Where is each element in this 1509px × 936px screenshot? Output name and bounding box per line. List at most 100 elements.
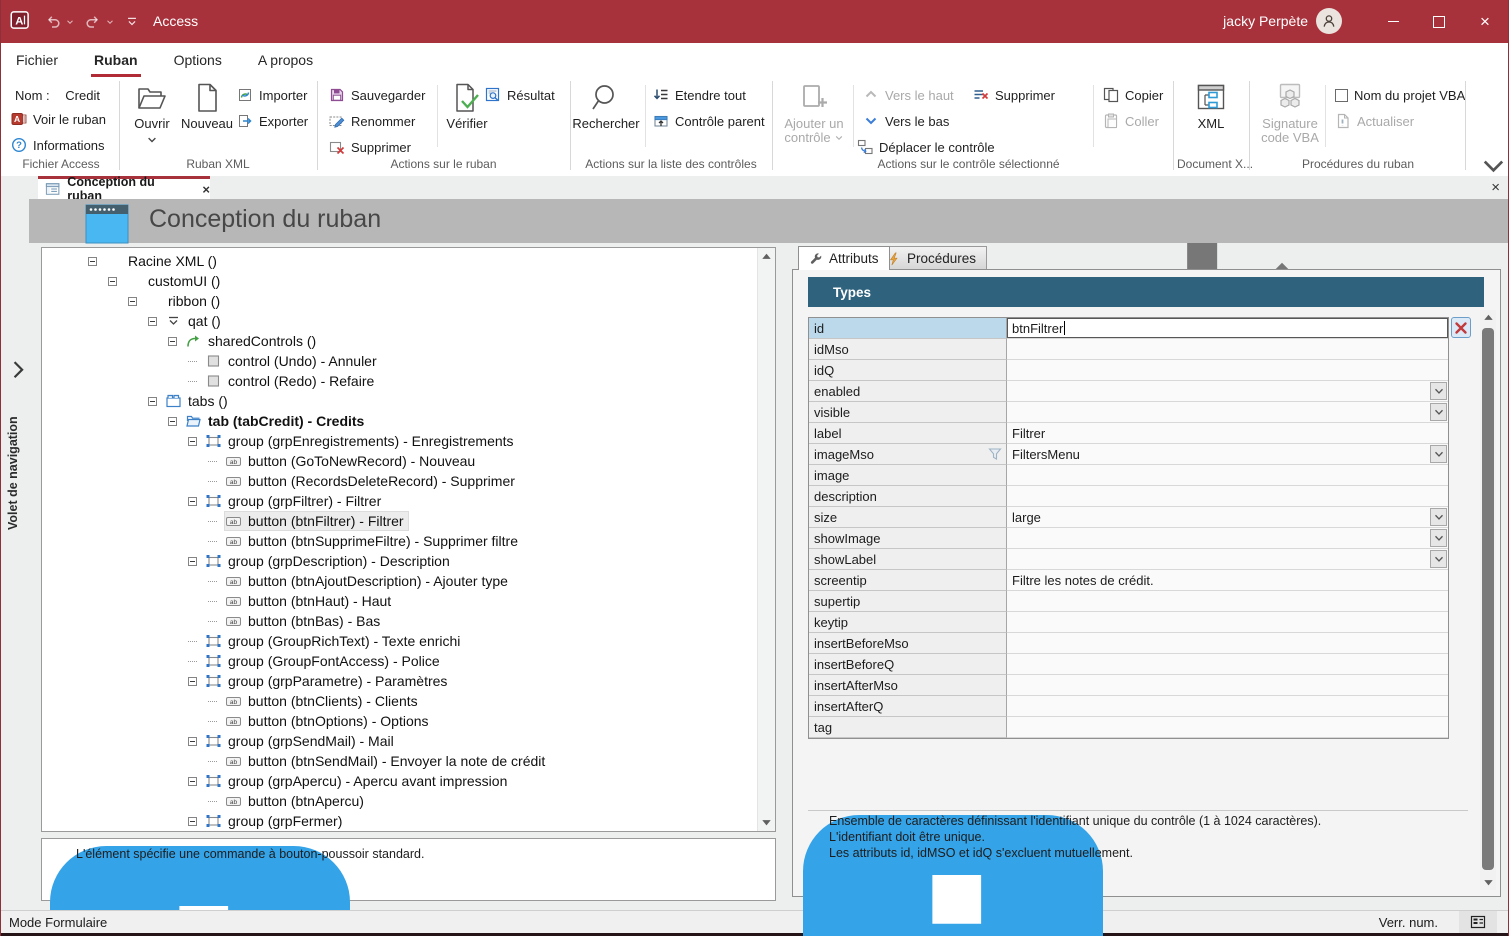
property-name-idmso[interactable]: idMso	[809, 339, 1007, 360]
property-name-screentip[interactable]: screentip	[809, 570, 1007, 591]
property-name-label[interactable]: label	[809, 423, 1007, 444]
etendre-tout-button[interactable]: Etendre tout	[653, 84, 746, 106]
maximize-button[interactable]	[1416, 0, 1462, 43]
property-name-insertbeforeq[interactable]: insertBeforeQ	[809, 654, 1007, 675]
informations-button[interactable]: ?Informations	[11, 134, 105, 156]
scroll-up-button[interactable]	[759, 249, 774, 264]
property-name-tag[interactable]: tag	[809, 717, 1007, 738]
tab-close-icon[interactable]: ×	[202, 182, 210, 197]
menu-tab-options[interactable]: Options	[171, 52, 225, 77]
close-button[interactable]: ×	[1462, 0, 1508, 43]
form-view-button[interactable]	[1459, 911, 1497, 933]
scroll-down-button[interactable]	[1481, 875, 1496, 890]
tree-item-button-btnbas-bas[interactable]: abbutton (btnBas) - Bas	[42, 611, 775, 631]
tree-item-group-grouprichtext-texte-enrichi[interactable]: group (GroupRichText) - Texte enrichi	[42, 631, 775, 651]
property-value-insertbeforemso[interactable]	[1007, 633, 1448, 654]
deplacer-controle-button[interactable]: Déplacer le contrôle	[857, 136, 995, 158]
navigation-pane-label[interactable]: Volet de navigation	[6, 370, 20, 530]
property-value-insertafterq[interactable]	[1007, 696, 1448, 717]
undo-dropdown[interactable]	[65, 17, 75, 27]
supprimer-ruban-button[interactable]: Supprimer	[329, 136, 411, 158]
expander-minus-icon[interactable]	[88, 257, 97, 266]
tree-item-customui[interactable]: customUI ()	[42, 271, 775, 291]
dropdown-button-enabled[interactable]	[1430, 382, 1447, 400]
property-name-insertafterq[interactable]: insertAfterQ	[809, 696, 1007, 717]
tab-procedures[interactable]: Procédures	[876, 246, 987, 270]
property-name-showlabel[interactable]: showLabel	[809, 549, 1007, 570]
property-value-showimage[interactable]	[1007, 528, 1448, 549]
property-value-insertbeforeq[interactable]	[1007, 654, 1448, 675]
rechercher-button[interactable]: Rechercher	[575, 77, 637, 131]
property-name-insertbeforemso[interactable]: insertBeforeMso	[809, 633, 1007, 654]
property-name-enabled[interactable]: enabled	[809, 381, 1007, 402]
expander-minus-icon[interactable]	[168, 417, 177, 426]
property-name-image[interactable]: image	[809, 465, 1007, 486]
expander-minus-icon[interactable]	[188, 677, 197, 686]
tab-conception-du-ruban[interactable]: Conception du ruban ×	[38, 176, 210, 199]
property-name-keytip[interactable]: keytip	[809, 612, 1007, 633]
xml-button[interactable]: XML	[1185, 77, 1237, 131]
nouveau-button[interactable]: Nouveau	[179, 77, 235, 131]
tree-scrollbar[interactable]	[757, 248, 775, 831]
property-value-tag[interactable]	[1007, 717, 1448, 738]
property-value-screentip[interactable]: Filtre les notes de crédit.	[1007, 570, 1448, 591]
voir-le-ruban-button[interactable]: AVoir le ruban	[11, 108, 106, 130]
ajouter-controle-button[interactable]: Ajouter un contrôle	[780, 77, 848, 145]
tree-item-group-grpfermer[interactable]: group (grpFermer)	[42, 811, 775, 831]
nom-projet-vba-checkbox[interactable]: Nom du projet VBA	[1335, 84, 1465, 106]
property-name-insertaftermso[interactable]: insertAfterMso	[809, 675, 1007, 696]
tree-item-group-groupfontaccess-police[interactable]: group (GroupFontAccess) - Police	[42, 651, 775, 671]
property-value-idq[interactable]	[1007, 360, 1448, 381]
tree-item-button-btnclients-clients[interactable]: abbutton (btnClients) - Clients	[42, 691, 775, 711]
property-name-id[interactable]: id	[809, 318, 1007, 339]
tree-item-group-grpdescription-description[interactable]: group (grpDescription) - Description	[42, 551, 775, 571]
tree-item-button-btnsupprimefiltre-supprimer-filtre[interactable]: abbutton (btnSupprimeFiltre) - Supprimer…	[42, 531, 775, 551]
tree-item-group-grpparametre-param-tres[interactable]: group (grpParametre) - Paramètres	[42, 671, 775, 691]
property-value-idmso[interactable]	[1007, 339, 1448, 360]
vers-le-bas-button[interactable]: Vers le bas	[863, 110, 949, 132]
property-name-showimage[interactable]: showImage	[809, 528, 1007, 549]
dropdown-button-imagemso[interactable]	[1430, 445, 1447, 463]
tree-item-button-gotonewrecord-nouveau[interactable]: abbutton (GoToNewRecord) - Nouveau	[42, 451, 775, 471]
attributes-scrollbar[interactable]	[1480, 310, 1496, 890]
tree-item-racine-xml[interactable]: Racine XML ()	[42, 251, 775, 271]
property-value-supertip[interactable]	[1007, 591, 1448, 612]
property-value-visible[interactable]	[1007, 402, 1448, 423]
close-document-button[interactable]: ×	[1491, 179, 1500, 196]
expander-minus-icon[interactable]	[188, 557, 197, 566]
tree-item-qat[interactable]: qat ()	[42, 311, 775, 331]
expander-minus-icon[interactable]	[188, 437, 197, 446]
property-value-id[interactable]: btnFiltrer	[1007, 318, 1448, 339]
tree-item-button-btnhaut-haut[interactable]: abbutton (btnHaut) - Haut	[42, 591, 775, 611]
property-value-label[interactable]: Filtrer	[1007, 423, 1448, 444]
customize-qat-button[interactable]	[125, 14, 139, 28]
controle-parent-button[interactable]: Contrôle parent	[653, 110, 765, 132]
property-name-idq[interactable]: idQ	[809, 360, 1007, 381]
tree-item-ribbon[interactable]: ribbon ()	[42, 291, 775, 311]
account-button[interactable]	[1316, 8, 1342, 34]
property-value-image[interactable]	[1007, 465, 1448, 486]
actualiser-button[interactable]: Actualiser	[1335, 110, 1414, 132]
ouvrir-button[interactable]: Ouvrir	[127, 77, 177, 146]
tree-item-button-recordsdeleterecord-supprimer[interactable]: abbutton (RecordsDeleteRecord) - Supprim…	[42, 471, 775, 491]
tree-item-group-grpsendmail-mail[interactable]: group (grpSendMail) - Mail	[42, 731, 775, 751]
copier-button[interactable]: Copier	[1103, 84, 1163, 106]
tree-item-button-btnapercu[interactable]: abbutton (btnApercu)	[42, 791, 775, 811]
dropdown-button-visible[interactable]	[1430, 403, 1447, 421]
property-value-insertaftermso[interactable]	[1007, 675, 1448, 696]
exporter-button[interactable]: Exporter	[237, 110, 308, 132]
tree-item-control-redo-refaire[interactable]: control (Redo) - Refaire	[42, 371, 775, 391]
signature-code-vba-button[interactable]: Signature code VBA	[1261, 77, 1319, 145]
coller-button[interactable]: Coller	[1103, 110, 1159, 132]
property-value-enabled[interactable]	[1007, 381, 1448, 402]
scrollbar-thumb[interactable]	[1482, 328, 1494, 870]
tree-item-button-btnsendmail-envoyer-la-note-de-cr-dit[interactable]: abbutton (btnSendMail) - Envoyer la note…	[42, 751, 775, 771]
dropdown-button-size[interactable]	[1430, 508, 1447, 526]
expander-minus-icon[interactable]	[188, 777, 197, 786]
expander-minus-icon[interactable]	[108, 277, 117, 286]
expander-minus-icon[interactable]	[148, 317, 157, 326]
minimize-button[interactable]	[1370, 0, 1416, 43]
clear-id-button[interactable]	[1451, 317, 1471, 338]
tree-item-button-btnajoutdescription-ajouter-type[interactable]: abbutton (btnAjoutDescription) - Ajouter…	[42, 571, 775, 591]
renommer-button[interactable]: Renommer	[329, 110, 415, 132]
